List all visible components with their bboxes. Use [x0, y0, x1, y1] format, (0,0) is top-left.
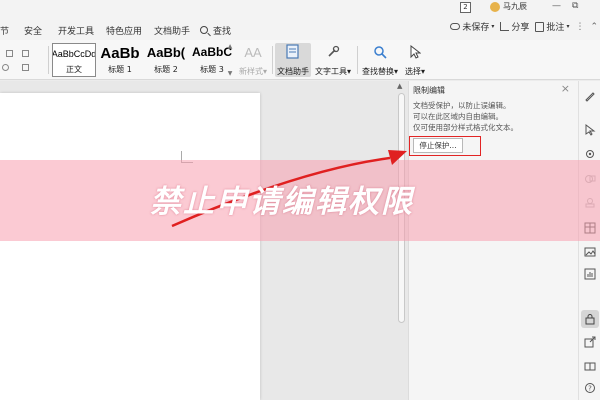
- style-gallery: AaBbCcDd 正文 AaBb 标题 1 AaBb( 标题 2 AaBbC 标…: [52, 43, 234, 77]
- menu-special-apps[interactable]: 特色应用: [106, 21, 146, 39]
- highlight-box: [409, 136, 481, 156]
- pen-icon[interactable]: [583, 89, 597, 103]
- menu-bar: 节 安全 开发工具 特色应用 文档助手 查找: [0, 21, 231, 39]
- unsaved-status[interactable]: 未保存 ▾: [450, 20, 494, 33]
- menu-security[interactable]: 安全: [24, 21, 52, 39]
- paragraph-tools: [0, 44, 45, 76]
- chevron-down-icon: ▾: [566, 23, 570, 30]
- table-border-icon[interactable]: [22, 64, 29, 71]
- magnifier-icon: [373, 43, 387, 61]
- divider: [48, 46, 49, 74]
- comment-icon: [535, 21, 545, 32]
- search-icon: [200, 26, 208, 34]
- style-sample: AaBb: [100, 45, 140, 62]
- divider: [357, 46, 358, 74]
- share-label: 分享: [511, 23, 530, 33]
- new-style-icon: AA: [244, 44, 262, 60]
- share-icon: [500, 22, 510, 31]
- doc-assistant-button[interactable]: 文档助手: [275, 43, 311, 77]
- annotate-button[interactable]: 批注 ▾: [535, 20, 569, 33]
- collapse-icon[interactable]: ⌃: [590, 22, 598, 32]
- find-replace-button[interactable]: 查找替换▾: [360, 43, 400, 77]
- menu-find-label: 查找: [213, 26, 232, 37]
- style-label: 正文: [66, 65, 82, 74]
- chevron-down-icon[interactable]: ▼: [226, 70, 234, 77]
- style-normal[interactable]: AaBbCcDd 正文: [52, 43, 96, 77]
- shading-icon[interactable]: [2, 64, 9, 71]
- user-name: 马九辰: [503, 2, 527, 11]
- more-icon[interactable]: ⋮: [575, 22, 584, 32]
- cloud-icon: [450, 23, 461, 30]
- menu-doc-assistant[interactable]: 文档助手: [154, 21, 194, 39]
- text-tools-label: 文字工具▾: [314, 67, 351, 76]
- style-heading-1[interactable]: AaBb 标题 1: [98, 43, 142, 77]
- doc-assistant-label: 文档助手: [277, 67, 309, 76]
- description-line: 仅可使用部分样式格式化文本。: [413, 123, 518, 132]
- minimize-icon[interactable]: —: [552, 1, 561, 11]
- menu-find[interactable]: 查找: [200, 21, 231, 39]
- document-assistant-icon: [286, 43, 300, 61]
- user-account[interactable]: 马九辰: [490, 1, 527, 12]
- title-actions: 未保存 ▾ 分享 批注 ▾ ⋮ ⌃: [450, 20, 598, 33]
- new-style-button[interactable]: AA 新样式▾: [238, 43, 268, 77]
- lock-icon[interactable]: [581, 310, 599, 328]
- cursor-icon: [409, 43, 421, 61]
- share-button[interactable]: 分享: [500, 20, 529, 33]
- text-tools-button[interactable]: 文字工具▾: [313, 43, 353, 77]
- description-line: 文档受保护，以防止误编辑。: [413, 101, 511, 110]
- banner-title: 禁止申请编辑权限: [150, 184, 414, 220]
- chart-icon[interactable]: [583, 267, 597, 281]
- style-sample: AaBb(: [146, 45, 186, 60]
- panel-title: 限制编辑: [413, 86, 445, 95]
- chevron-up-icon[interactable]: ▲: [226, 43, 234, 50]
- cursor-icon[interactable]: [583, 123, 597, 137]
- style-label: 标题 2: [154, 65, 178, 74]
- select-button[interactable]: 选择▾: [403, 43, 427, 77]
- chevron-down-icon: ▾: [491, 23, 495, 30]
- close-icon[interactable]: ×: [561, 82, 570, 95]
- title-bar: 节 安全 开发工具 特色应用 文档助手 查找 2 马九辰 — ⧉ 未保存 ▾ 分…: [0, 0, 600, 40]
- image-icon[interactable]: [583, 245, 597, 259]
- restore-icon[interactable]: ⧉: [572, 1, 578, 11]
- divider: [272, 46, 273, 74]
- notification-count[interactable]: 2: [460, 2, 471, 13]
- indent-icon[interactable]: [6, 50, 13, 57]
- description-line: 可以在此区域内自由编辑。: [413, 112, 503, 121]
- help-icon[interactable]: ?: [583, 381, 597, 395]
- style-gallery-scroll[interactable]: ▲ ▼: [226, 43, 234, 77]
- find-replace-label: 查找替换▾: [361, 67, 398, 76]
- svg-text:?: ?: [588, 385, 592, 393]
- select-label: 选择▾: [404, 67, 425, 76]
- style-sample: AaBbCcDd: [52, 49, 96, 59]
- border-icon[interactable]: [22, 50, 29, 57]
- new-style-label: 新样式▾: [238, 67, 267, 76]
- style-heading-2[interactable]: AaBb( 标题 2: [144, 43, 188, 77]
- document-page[interactable]: [0, 93, 260, 400]
- menu-section[interactable]: 节: [0, 21, 18, 39]
- panel-description: 文档受保护，以防止误编辑。 可以在此区域内自由编辑。 仅可使用部分样式格式化文本…: [413, 100, 518, 133]
- unsaved-label: 未保存: [462, 23, 490, 33]
- ribbon: AaBbCcDd 正文 AaBb 标题 1 AaBb( 标题 2 AaBbC 标…: [0, 40, 600, 80]
- style-label: 标题 3: [200, 65, 224, 74]
- scroll-up-icon[interactable]: ▲: [397, 82, 402, 90]
- avatar: [490, 1, 500, 12]
- menu-developer-tools[interactable]: 开发工具: [58, 21, 98, 39]
- wrench-icon: [326, 43, 340, 61]
- style-label: 标题 1: [108, 65, 132, 74]
- gift-icon[interactable]: [583, 358, 597, 372]
- annotate-label: 批注: [546, 23, 565, 33]
- export-icon[interactable]: [583, 335, 597, 349]
